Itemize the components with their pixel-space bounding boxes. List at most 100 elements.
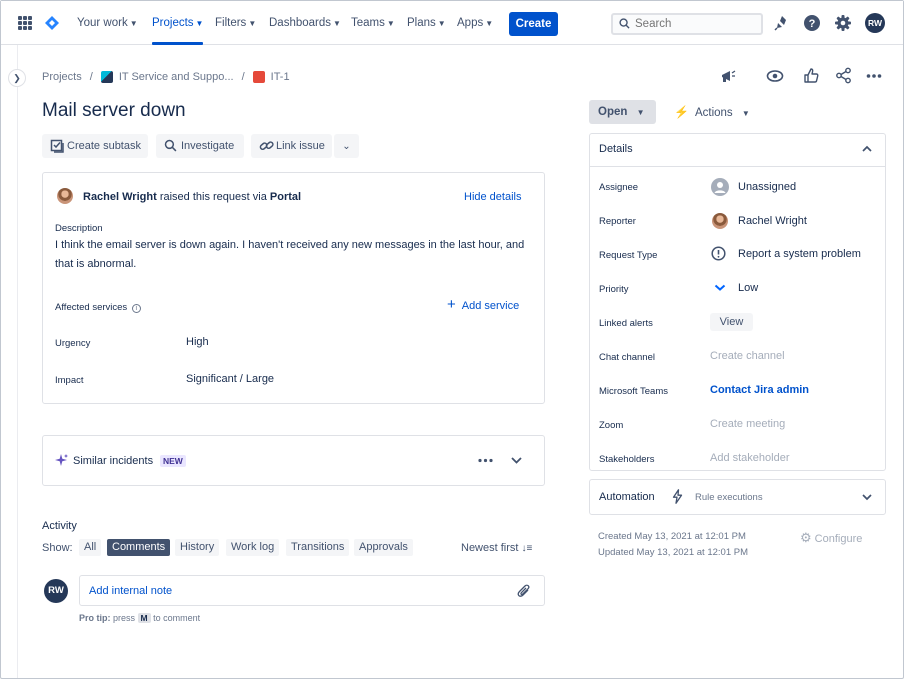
profile-avatar[interactable]: RW bbox=[865, 13, 885, 33]
notifications-icon[interactable] bbox=[773, 14, 791, 32]
create-meeting-link[interactable]: Create meeting bbox=[710, 418, 785, 430]
request-channel: Portal bbox=[269, 191, 302, 203]
incident-type-icon bbox=[252, 71, 265, 83]
chevron-down-icon: ▼ bbox=[129, 19, 138, 28]
actions-dropdown[interactable]: ⚡ Actions ▼ bbox=[674, 105, 750, 119]
add-stakeholder-link[interactable]: Add stakeholder bbox=[710, 452, 790, 464]
app-switcher-icon[interactable] bbox=[18, 16, 32, 30]
project-avatar-icon bbox=[100, 71, 113, 83]
reporter-name[interactable]: Rachel Wright bbox=[83, 191, 157, 203]
filter-work-log[interactable]: Work log bbox=[226, 539, 280, 556]
help-icon[interactable]: ? bbox=[803, 14, 821, 32]
details-title[interactable]: Details bbox=[599, 143, 633, 155]
chevron-down-icon: ▼ bbox=[636, 108, 645, 117]
create-channel-link[interactable]: Create channel bbox=[710, 350, 785, 362]
reporter-value[interactable]: Rachel Wright bbox=[738, 215, 807, 227]
info-icon[interactable]: i bbox=[131, 304, 141, 313]
stakeholders-label: Stakeholders bbox=[599, 454, 655, 465]
nav-plans[interactable]: Plans ▼ bbox=[407, 1, 446, 45]
chevron-down-icon: ▼ bbox=[195, 19, 204, 28]
investigate-button[interactable]: Investigate bbox=[156, 134, 244, 158]
nav-your-work-label: Your work bbox=[77, 17, 128, 29]
automation-title: Automation bbox=[599, 491, 655, 503]
breadcrumb-issue-key[interactable]: IT-1 bbox=[271, 71, 290, 83]
pro-tip: Pro tip: press M to comment bbox=[79, 613, 200, 623]
nav-filters[interactable]: Filters ▼ bbox=[215, 1, 256, 45]
breadcrumb-projects[interactable]: Projects bbox=[42, 71, 82, 83]
assignee-value[interactable]: Unassigned bbox=[738, 181, 796, 193]
breadcrumb-project[interactable]: IT Service and Suppo... bbox=[119, 71, 234, 83]
chevron-down-icon: ▼ bbox=[248, 19, 257, 28]
settings-gear-icon[interactable] bbox=[834, 14, 852, 32]
request-details-card bbox=[42, 172, 545, 404]
investigate-label: Investigate bbox=[181, 140, 235, 152]
sort-order-button[interactable]: Newest first ↓≡ bbox=[461, 542, 532, 554]
description-line-1[interactable]: I think the email server is down again. … bbox=[55, 239, 524, 251]
add-internal-note-input[interactable]: Add internal note bbox=[89, 585, 172, 597]
search-input[interactable] bbox=[635, 17, 755, 31]
link-icon bbox=[259, 141, 274, 151]
system-problem-icon bbox=[711, 246, 726, 261]
issue-title[interactable]: Mail server down bbox=[42, 100, 186, 122]
updated-timestamp: Updated May 13, 2021 at 12:01 PM bbox=[598, 547, 748, 558]
add-service-button[interactable]: + Add service bbox=[447, 297, 519, 312]
sparkle-ai-icon bbox=[55, 454, 68, 466]
filter-comments[interactable]: Comments bbox=[107, 539, 171, 556]
chat-channel-label: Chat channel bbox=[599, 352, 655, 363]
jira-logo-icon[interactable] bbox=[44, 15, 60, 31]
contact-jira-admin-link[interactable]: Contact Jira admin bbox=[710, 384, 809, 396]
configure-label: Configure bbox=[814, 533, 863, 545]
nav-teams[interactable]: Teams ▼ bbox=[351, 1, 395, 45]
chevron-down-icon: ▼ bbox=[437, 19, 446, 28]
watch-eye-icon[interactable] bbox=[766, 68, 784, 84]
configure-button[interactable]: ⚙ Configure bbox=[800, 530, 862, 546]
link-issue-button[interactable]: Link issue bbox=[251, 134, 332, 158]
vote-thumbs-up-icon[interactable] bbox=[803, 67, 819, 84]
chevron-up-icon[interactable] bbox=[862, 145, 872, 152]
breadcrumb-separator: / bbox=[241, 71, 245, 83]
more-issue-actions-button[interactable]: ⌄ bbox=[334, 134, 359, 158]
nav-filters-label: Filters bbox=[215, 17, 247, 29]
filter-all[interactable]: All bbox=[79, 539, 102, 556]
more-options-icon[interactable] bbox=[478, 458, 493, 463]
rule-executions-link[interactable]: Rule executions bbox=[695, 492, 763, 503]
urgency-value[interactable]: High bbox=[186, 336, 209, 348]
impact-value[interactable]: Significant / Large bbox=[186, 373, 274, 385]
affected-services-text: Affected services bbox=[55, 302, 128, 313]
priority-value[interactable]: Low bbox=[738, 282, 758, 294]
hide-details-link[interactable]: Hide details bbox=[464, 191, 521, 203]
nav-apps[interactable]: Apps ▼ bbox=[457, 1, 493, 45]
feedback-megaphone-icon[interactable] bbox=[719, 67, 737, 85]
filter-transitions[interactable]: Transitions bbox=[286, 539, 350, 556]
more-actions-icon[interactable] bbox=[866, 73, 882, 79]
expand-sidebar-button[interactable]: ❯ bbox=[8, 69, 26, 87]
status-dropdown[interactable]: Open ▼ bbox=[589, 100, 656, 124]
breadcrumb-separator: / bbox=[89, 71, 93, 83]
chevron-down-icon[interactable] bbox=[511, 457, 522, 464]
description-line-2[interactable]: that is abnormal. bbox=[55, 258, 136, 270]
reporter-label: Reporter bbox=[599, 216, 636, 227]
nav-projects[interactable]: Projects ▼ bbox=[152, 1, 204, 45]
share-icon[interactable] bbox=[835, 67, 852, 84]
urgency-label: Urgency bbox=[55, 338, 91, 349]
zoom-label: Zoom bbox=[599, 420, 624, 431]
filter-approvals[interactable]: Approvals bbox=[354, 539, 413, 556]
nav-your-work[interactable]: Your work ▼ bbox=[77, 1, 138, 45]
request-type-value[interactable]: Report a system problem bbox=[738, 248, 861, 260]
created-timestamp: Created May 13, 2021 at 12:01 PM bbox=[598, 531, 746, 542]
assignee-label: Assignee bbox=[599, 182, 639, 193]
search-box[interactable] bbox=[611, 13, 763, 35]
attachment-paperclip-icon[interactable] bbox=[517, 584, 531, 599]
link-issue-label: Link issue bbox=[276, 140, 325, 152]
current-user-avatar: RW bbox=[44, 579, 68, 603]
breadcrumb: Projects / IT Service and Suppo... / IT-… bbox=[42, 70, 290, 84]
pro-tip-press: press bbox=[113, 613, 136, 623]
chevron-down-icon[interactable] bbox=[862, 494, 872, 501]
create-button[interactable]: Create bbox=[509, 12, 558, 36]
view-alerts-button[interactable]: View bbox=[710, 313, 753, 331]
create-subtask-button[interactable]: Create subtask bbox=[42, 134, 148, 158]
chevron-down-icon: ▼ bbox=[741, 109, 750, 118]
search-icon bbox=[164, 139, 177, 152]
nav-dashboards[interactable]: Dashboards ▼ bbox=[269, 1, 341, 45]
filter-history[interactable]: History bbox=[175, 539, 220, 556]
